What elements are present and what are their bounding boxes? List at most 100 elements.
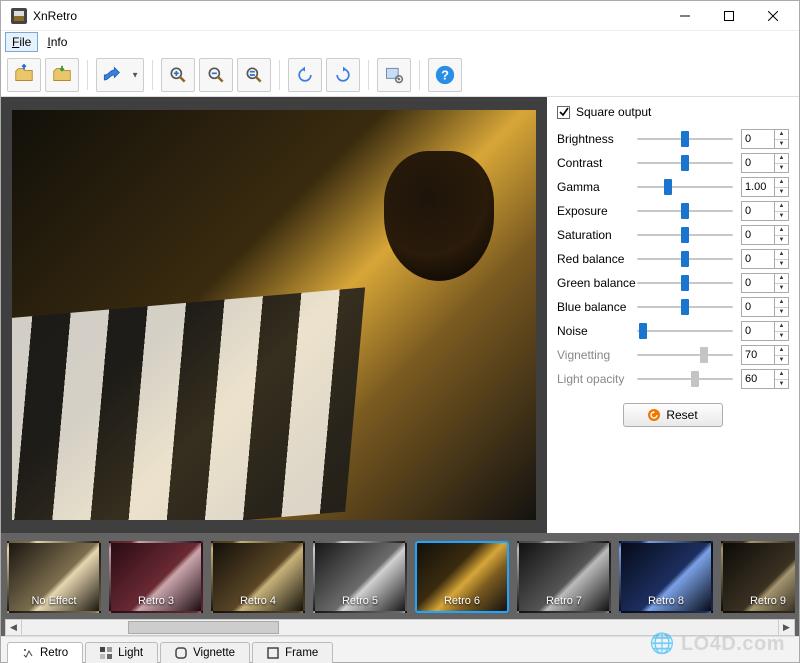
slider-brightness[interactable] [637, 130, 733, 148]
slider-label-red_balance: Red balance [557, 252, 637, 266]
tab-retro[interactable]: Retro [7, 642, 83, 663]
spinner-exposure[interactable]: 0▲▼ [741, 201, 789, 221]
scrollbar-track[interactable] [22, 619, 778, 636]
minimize-button[interactable] [663, 2, 707, 30]
effect-thumb-retro-4[interactable]: Retro 4 [211, 541, 305, 613]
spinner-up-icon[interactable]: ▲ [775, 274, 788, 284]
spinner-noise[interactable]: 0▲▼ [741, 321, 789, 341]
spinner-down-icon[interactable]: ▼ [775, 380, 788, 389]
spinner-value: 0 [742, 205, 774, 217]
spinner-saturation[interactable]: 0▲▼ [741, 225, 789, 245]
rotate-left-button[interactable] [288, 58, 322, 92]
settings-button[interactable] [377, 58, 411, 92]
close-button[interactable] [751, 2, 795, 30]
slider-vignetting[interactable] [637, 346, 733, 364]
menu-info[interactable]: Info [40, 32, 74, 52]
rotate-right-button[interactable] [326, 58, 360, 92]
effect-thumb-retro-8[interactable]: Retro 8 [619, 541, 713, 613]
slider-gamma[interactable] [637, 178, 733, 196]
spinner-up-icon[interactable]: ▲ [775, 178, 788, 188]
tab-label: Vignette [193, 647, 235, 659]
scroll-right-button[interactable]: ▶ [778, 619, 795, 636]
square-output-checkbox[interactable] [557, 106, 570, 119]
spinner-down-icon[interactable]: ▼ [775, 140, 788, 149]
spinner-up-icon[interactable]: ▲ [775, 370, 788, 380]
effect-thumb-retro-5[interactable]: Retro 5 [313, 541, 407, 613]
slider-row-brightness: Brightness0▲▼ [557, 127, 789, 151]
spinner-up-icon[interactable]: ▲ [775, 346, 788, 356]
help-button[interactable]: ? [428, 58, 462, 92]
scrollbar-handle[interactable] [128, 621, 279, 634]
effect-thumb-retro-7[interactable]: Retro 7 [517, 541, 611, 613]
slider-exposure[interactable] [637, 202, 733, 220]
effect-thumb-retro-3[interactable]: Retro 3 [109, 541, 203, 613]
effect-label: Retro 7 [519, 543, 609, 611]
spinner-up-icon[interactable]: ▲ [775, 322, 788, 332]
zoom-out-button[interactable] [199, 58, 233, 92]
spinner-down-icon[interactable]: ▼ [775, 284, 788, 293]
spinner-up-icon[interactable]: ▲ [775, 226, 788, 236]
spinner-value: 0 [742, 157, 774, 169]
effects-strip: No EffectRetro 3Retro 4Retro 5Retro 6Ret… [1, 533, 799, 636]
spinner-value: 1.00 [742, 181, 774, 193]
slider-label-noise: Noise [557, 324, 637, 338]
slider-row-saturation: Saturation 0▲▼ [557, 223, 789, 247]
slider-blue_balance[interactable] [637, 298, 733, 316]
spinner-up-icon[interactable]: ▲ [775, 298, 788, 308]
spinner-up-icon[interactable]: ▲ [775, 130, 788, 140]
slider-label-contrast: Contrast [557, 156, 637, 170]
slider-light_opacity[interactable] [637, 370, 733, 388]
menu-file[interactable]: File [5, 32, 38, 52]
spinner-down-icon[interactable]: ▼ [775, 308, 788, 317]
effect-thumb-retro-9[interactable]: Retro 9 [721, 541, 795, 613]
zoom-fit-button[interactable] [237, 58, 271, 92]
slider-green_balance[interactable] [637, 274, 733, 292]
spinner-down-icon[interactable]: ▼ [775, 164, 788, 173]
tab-vignette[interactable]: Vignette [160, 642, 250, 663]
spinner-gamma[interactable]: 1.00▲▼ [741, 177, 789, 197]
effect-thumb-no-effect[interactable]: No Effect [7, 541, 101, 613]
slider-row-red_balance: Red balance 0▲▼ [557, 247, 789, 271]
scroll-left-button[interactable]: ◀ [5, 619, 22, 636]
spinner-down-icon[interactable]: ▼ [775, 356, 788, 365]
slider-row-vignetting: Vignetting70▲▼ [557, 343, 789, 367]
effects-scrollbar[interactable]: ◀ ▶ [5, 619, 795, 636]
share-button[interactable]: ▼ [96, 58, 144, 92]
spinner-down-icon[interactable]: ▼ [775, 332, 788, 341]
spinner-up-icon[interactable]: ▲ [775, 250, 788, 260]
effect-label: Retro 6 [417, 543, 507, 611]
spinner-light_opacity[interactable]: 60▲▼ [741, 369, 789, 389]
spinner-blue_balance[interactable]: 0▲▼ [741, 297, 789, 317]
spinner-down-icon[interactable]: ▼ [775, 236, 788, 245]
tab-light[interactable]: Light [85, 642, 158, 663]
image-preview [1, 97, 547, 533]
maximize-button[interactable] [707, 2, 751, 30]
spinner-down-icon[interactable]: ▼ [775, 260, 788, 269]
effect-label: Retro 8 [621, 543, 711, 611]
spinner-vignetting[interactable]: 70▲▼ [741, 345, 789, 365]
spinner-value: 0 [742, 133, 774, 145]
menu-bar: File Info [1, 31, 799, 53]
spinner-green_balance[interactable]: 0▲▼ [741, 273, 789, 293]
tab-frame[interactable]: Frame [252, 642, 333, 663]
toolbar: ▼ ? [1, 53, 799, 97]
spinner-brightness[interactable]: 0▲▼ [741, 129, 789, 149]
slider-row-gamma: Gamma1.00▲▼ [557, 175, 789, 199]
spinner-up-icon[interactable]: ▲ [775, 154, 788, 164]
slider-noise[interactable] [637, 322, 733, 340]
spinner-up-icon[interactable]: ▲ [775, 202, 788, 212]
slider-contrast[interactable] [637, 154, 733, 172]
save-button[interactable] [45, 58, 79, 92]
open-button[interactable] [7, 58, 41, 92]
slider-row-contrast: Contrast 0▲▼ [557, 151, 789, 175]
slider-saturation[interactable] [637, 226, 733, 244]
spinner-down-icon[interactable]: ▼ [775, 188, 788, 197]
spinner-red_balance[interactable]: 0▲▼ [741, 249, 789, 269]
slider-label-saturation: Saturation [557, 228, 637, 242]
effect-thumb-retro-6[interactable]: Retro 6 [415, 541, 509, 613]
zoom-in-button[interactable] [161, 58, 195, 92]
reset-button[interactable]: Reset [623, 403, 722, 427]
slider-red_balance[interactable] [637, 250, 733, 268]
spinner-down-icon[interactable]: ▼ [775, 212, 788, 221]
spinner-contrast[interactable]: 0▲▼ [741, 153, 789, 173]
